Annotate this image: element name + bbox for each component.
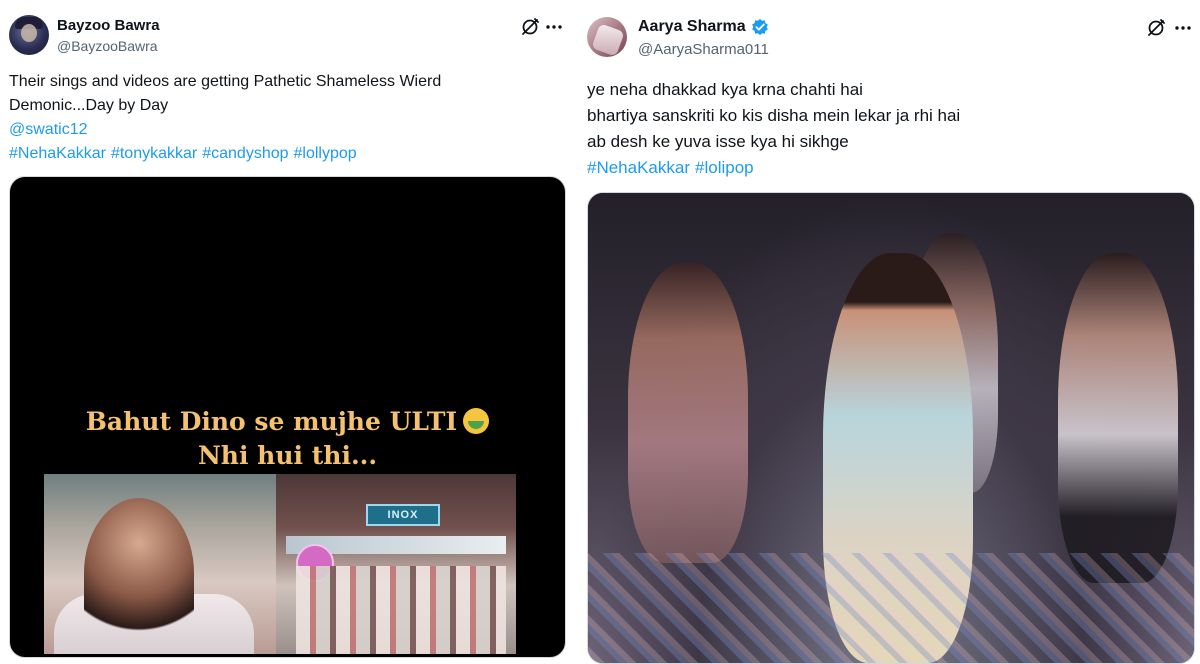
- hashtag-row: #NehaKakkar #tonykakkar #candyshop #lollypo…: [9, 142, 564, 166]
- nauseated-face-emoji-icon: [463, 408, 490, 434]
- tweet-card-right[interactable]: Aarya Sharma @AaryaSharma011 ye neha dha…: [580, 0, 1200, 664]
- author-handle[interactable]: @AaryaSharma011: [638, 41, 769, 58]
- hashtag-link[interactable]: #candyshop: [202, 145, 288, 162]
- tweet-text: Their sings and videos are getting Pathe…: [9, 70, 564, 166]
- tweet-text-line: ab desh ke yuva isse kya hi sikhge: [587, 132, 849, 151]
- cinema-sign: INOX: [366, 504, 440, 526]
- tweet-text-line: Their sings and videos are getting Pathe…: [9, 73, 442, 90]
- author-handle[interactable]: @BayzooBawra: [57, 38, 158, 54]
- tweet-text: ye neha dhakkad kya krna chahti hai bhar…: [587, 77, 1187, 181]
- verified-badge-icon: [752, 18, 768, 36]
- tweet-card-left[interactable]: Bayzoo Bawra @BayzooBawra Their sings an…: [0, 0, 580, 658]
- hashtag-link[interactable]: #NehaKakkar: [9, 145, 106, 162]
- tweet-media-image[interactable]: [587, 192, 1195, 664]
- more-icon[interactable]: [1173, 18, 1193, 38]
- tweet-text-line: Demonic...Day by Day: [9, 97, 169, 114]
- tweet-text-line: ye neha dhakkad kya krna chahti hai: [587, 80, 863, 99]
- avatar[interactable]: [9, 15, 49, 55]
- grok-icon[interactable]: [1146, 18, 1166, 38]
- dancer-figure: [1058, 253, 1178, 583]
- caption-line: Bahut Dino se mujhe ULTI: [85, 407, 458, 436]
- author-name[interactable]: Aarya Sharma: [638, 18, 746, 36]
- video-caption: Bahut Dino se mujhe ULTI Nhi hui thi...: [10, 405, 565, 473]
- hashtag-link[interactable]: #lolipop: [695, 158, 754, 177]
- hashtag-row: #NehaKakkar #lolipop: [587, 155, 1187, 181]
- hashtag-link[interactable]: #lollypop: [294, 145, 357, 162]
- hashtag-link[interactable]: #tonykakkar: [111, 145, 197, 162]
- author-name[interactable]: Bayzoo Bawra: [57, 17, 160, 34]
- caption-line: Nhi hui thi...: [197, 441, 378, 470]
- video-frame-image: INOX: [276, 474, 516, 654]
- avatar[interactable]: [587, 17, 627, 57]
- video-frame-image: [44, 474, 276, 654]
- hashtag-link[interactable]: #NehaKakkar: [587, 158, 690, 177]
- dance-scene-image: [588, 193, 1194, 663]
- mention-link[interactable]: @swatic12: [9, 121, 88, 138]
- dancer-figure: [628, 263, 748, 563]
- tweet-media-video[interactable]: Bahut Dino se mujhe ULTI Nhi hui thi... …: [9, 176, 566, 658]
- grok-icon[interactable]: [520, 17, 540, 37]
- more-icon[interactable]: [544, 17, 564, 37]
- tweet-text-line: bhartiya sanskriti ko kis disha mein lek…: [587, 106, 961, 125]
